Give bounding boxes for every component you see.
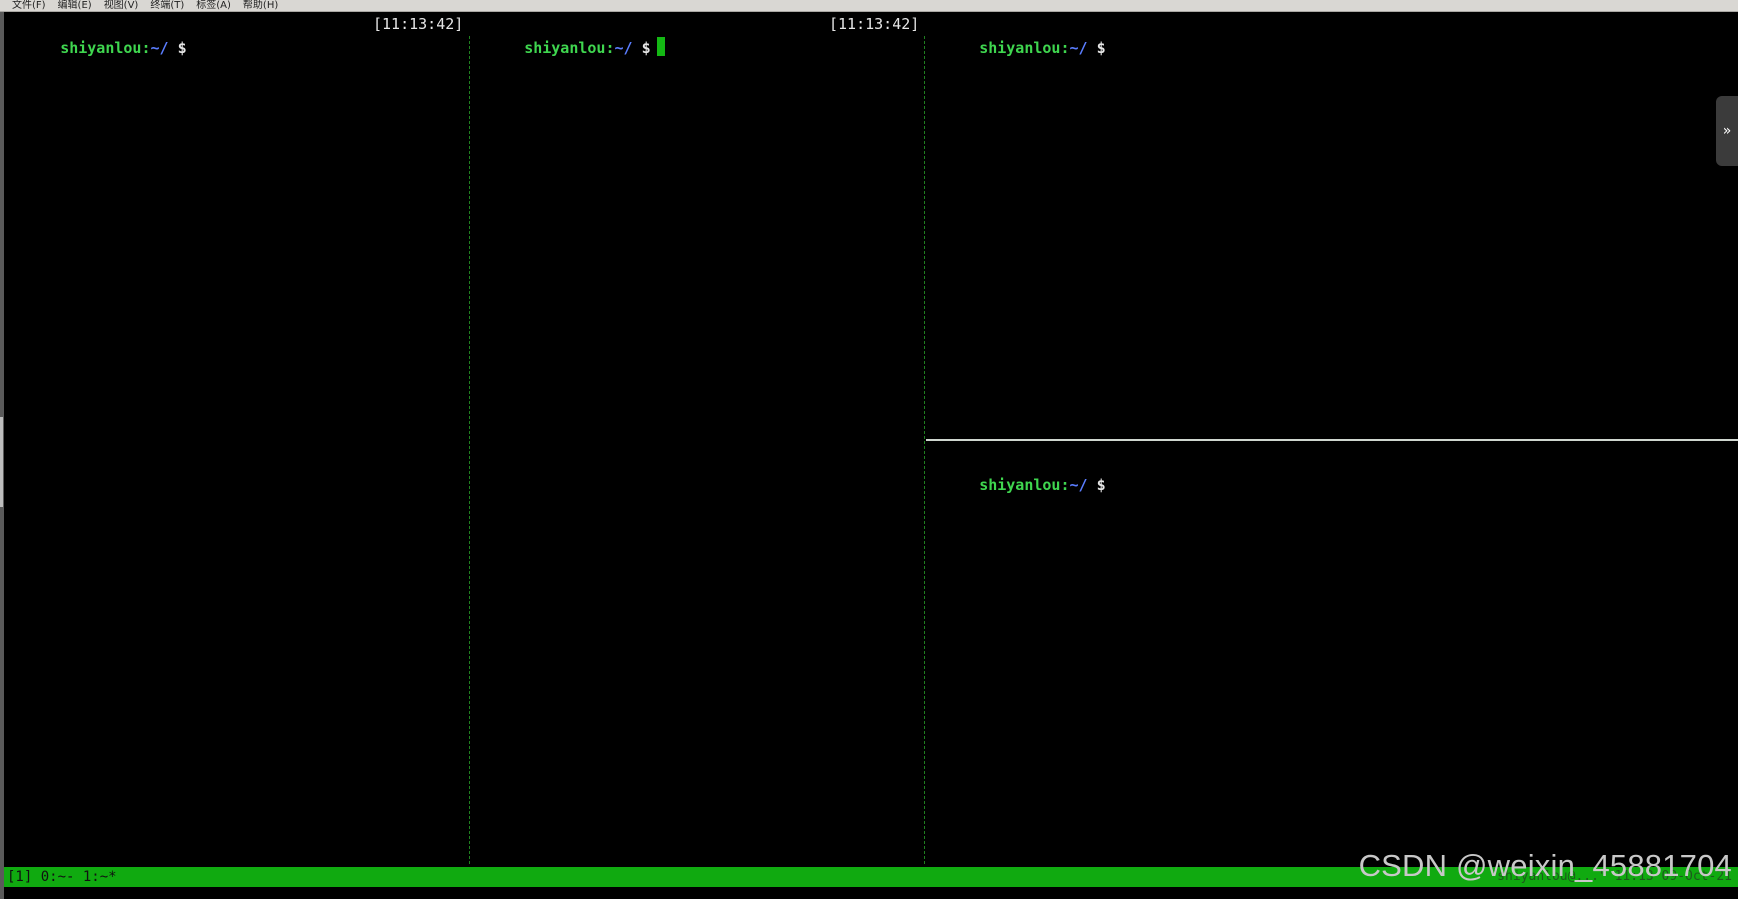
side-panel-toggle-button[interactable]: »: [1716, 96, 1738, 166]
menu-bar: 文件(F) 编辑(E) 视图(V) 终端(T) 标签(A) 帮助(H): [0, 0, 1738, 12]
prompt-sign: $: [641, 39, 651, 57]
prompt-user: shiyanlou:: [979, 476, 1070, 494]
window-list[interactable]: [1] 0:~- 1:~*: [7, 867, 117, 887]
prompt-sign: $: [177, 39, 187, 57]
menu-view[interactable]: 视图(V): [98, 0, 145, 11]
prompt-path: ~/: [150, 39, 169, 57]
shell-prompt: shiyanlou:~/ $: [925, 449, 1106, 521]
menu-edit[interactable]: 编辑(E): [52, 0, 98, 11]
tmux-pane-left[interactable]: shiyanlou:~/ $ [11:13:42]: [5, 12, 465, 865]
prompt-path: ~/: [1069, 476, 1088, 494]
shell-prompt: shiyanlou:~/ $: [925, 12, 1106, 84]
prompt-user: shiyanlou:: [60, 39, 151, 57]
text-cursor: [656, 37, 665, 56]
terminal-window: 文件(F) 编辑(E) 视图(V) 终端(T) 标签(A) 帮助(H) shiy…: [0, 0, 1738, 899]
double-chevron-right-icon: »: [1722, 123, 1732, 139]
menu-help[interactable]: 帮助(H): [237, 0, 284, 11]
tmux-pane-top-right[interactable]: shiyanlou:~/ $: [925, 12, 1715, 438]
shell-prompt: shiyanlou:~/ $: [470, 12, 665, 84]
menu-terminal[interactable]: 终端(T): [144, 0, 190, 11]
prompt-path: ~/: [614, 39, 633, 57]
menu-tabs[interactable]: 标签(A): [190, 0, 237, 11]
prompt-path: ~/: [1069, 39, 1088, 57]
menu-file[interactable]: 文件(F): [0, 0, 52, 11]
pane-clock: [11:13:42]: [829, 15, 920, 33]
prompt-sign: $: [1096, 39, 1106, 57]
shell-prompt: shiyanlou:~/ $: [6, 12, 187, 84]
pane-separator-horizontal[interactable]: [926, 439, 1738, 441]
prompt-user: shiyanlou:: [979, 39, 1070, 57]
left-edge-strip: [0, 12, 4, 899]
left-edge-handle: [0, 417, 3, 507]
prompt-sign: $: [1096, 476, 1106, 494]
tmux-pane-bottom-right[interactable]: shiyanlou:~/ $: [925, 449, 1715, 865]
watermark-text: CSDN @weixin_45881704: [1358, 848, 1732, 883]
prompt-user: shiyanlou:: [524, 39, 615, 57]
tmux-pane-middle[interactable]: shiyanlou:~/ $ [11:13:42]: [470, 12, 925, 865]
pane-clock: [11:13:42]: [373, 15, 464, 33]
